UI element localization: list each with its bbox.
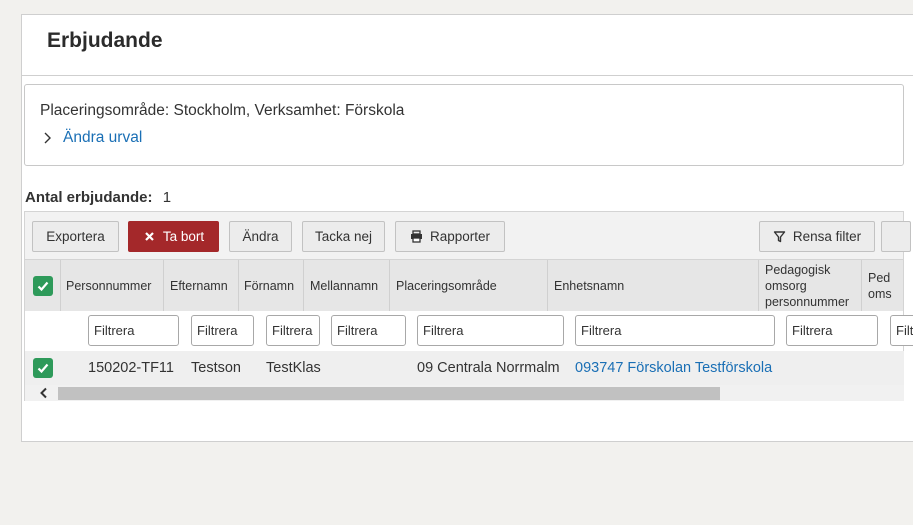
column-header-fornamn[interactable]: Förnamn bbox=[244, 260, 294, 312]
change-selection-label: Ändra urval bbox=[63, 129, 143, 146]
horizontal-scrollbar[interactable] bbox=[24, 385, 904, 401]
filter-icon bbox=[773, 231, 786, 243]
cell-fornamn: TestKlas bbox=[266, 360, 321, 376]
column-divider bbox=[163, 260, 164, 312]
column-divider bbox=[238, 260, 239, 312]
selection-box: Placeringsområde: Stockholm, Verksamhet:… bbox=[24, 84, 904, 166]
delete-button-label: Ta bort bbox=[162, 229, 205, 244]
row-checkbox[interactable] bbox=[33, 358, 53, 378]
table-header: Personnummer Efternamn Förnamn Mellannam… bbox=[24, 259, 904, 312]
column-header-personnummer[interactable]: Personnummer bbox=[66, 260, 151, 312]
column-divider bbox=[547, 260, 548, 312]
cell-personnummer: 150202-TF11 bbox=[88, 360, 174, 376]
delete-button[interactable]: Ta bort bbox=[128, 221, 219, 252]
column-divider bbox=[60, 260, 61, 312]
chevron-right-icon bbox=[44, 132, 51, 144]
filter-input-personnummer[interactable] bbox=[88, 315, 179, 346]
select-all-checkbox[interactable] bbox=[33, 276, 53, 296]
clear-filter-label: Rensa filter bbox=[792, 229, 862, 244]
reports-button-label: Rapporter bbox=[429, 229, 491, 244]
cell-efternamn: Testson bbox=[191, 360, 241, 376]
offer-count-label: Antal erbjudande: bbox=[25, 189, 153, 206]
printer-icon bbox=[410, 230, 422, 243]
clear-filter-button[interactable]: Rensa filter bbox=[759, 221, 875, 252]
panel-header: Erbjudande bbox=[22, 15, 913, 76]
filter-input-efternamn[interactable] bbox=[191, 315, 254, 346]
close-icon bbox=[145, 232, 154, 241]
filter-input-fornamn[interactable] bbox=[266, 315, 320, 346]
column-header-enhetsnamn[interactable]: Enhetsnamn bbox=[554, 260, 624, 312]
filter-row bbox=[24, 311, 913, 351]
offer-count-value: 1 bbox=[162, 189, 172, 206]
column-header-pedagogisk-omsorg-personnummer[interactable]: Pedagogisk omsorg personnummer bbox=[765, 260, 859, 312]
column-divider bbox=[861, 260, 862, 312]
check-icon bbox=[37, 363, 49, 374]
check-icon bbox=[37, 281, 49, 292]
change-selection-link[interactable]: Ändra urval bbox=[40, 129, 142, 147]
selection-summary: Placeringsområde: Stockholm, Verksamhet:… bbox=[40, 102, 405, 119]
filter-input-placeringsomrade[interactable] bbox=[417, 315, 564, 346]
column-header-mellannamn[interactable]: Mellannamn bbox=[310, 260, 378, 312]
export-button[interactable]: Exportera bbox=[32, 221, 119, 252]
column-header-placeringsomrade[interactable]: Placeringsområde bbox=[396, 260, 497, 312]
toolbar: Exportera Ta bort Ändra Tacka nej Rappor… bbox=[24, 211, 911, 259]
cell-enhetsnamn-link[interactable]: 093747 Förskolan Testförskola bbox=[575, 351, 772, 385]
scrollbar-thumb[interactable] bbox=[58, 387, 720, 400]
column-divider bbox=[389, 260, 390, 312]
filter-input-pedagogisk-omsorg-truncated[interactable] bbox=[890, 315, 913, 346]
reports-button[interactable]: Rapporter bbox=[395, 221, 505, 252]
filter-input-enhetsnamn[interactable] bbox=[575, 315, 775, 346]
decline-button[interactable]: Tacka nej bbox=[302, 221, 385, 252]
filter-input-mellannamn[interactable] bbox=[331, 315, 406, 346]
column-header-pedagogisk-omsorg-truncated[interactable]: Ped oms bbox=[868, 260, 898, 312]
column-divider bbox=[758, 260, 759, 312]
column-header-efternamn[interactable]: Efternamn bbox=[170, 260, 228, 312]
column-divider bbox=[303, 260, 304, 312]
cell-placeringsomrade: 09 Centrala Norrmalm bbox=[417, 360, 560, 376]
more-button[interactable] bbox=[881, 221, 911, 252]
scroll-left-button[interactable] bbox=[37, 386, 51, 400]
page-title: Erbjudande bbox=[47, 29, 163, 52]
table-row[interactable]: 150202-TF11 Testson TestKlas 09 Centrala… bbox=[24, 351, 904, 385]
offer-count: Antal erbjudande: 1 bbox=[25, 189, 171, 206]
change-button[interactable]: Ändra bbox=[229, 221, 292, 252]
chevron-left-icon bbox=[40, 387, 47, 399]
filter-input-pedagogisk-omsorg-personnummer[interactable] bbox=[786, 315, 878, 346]
